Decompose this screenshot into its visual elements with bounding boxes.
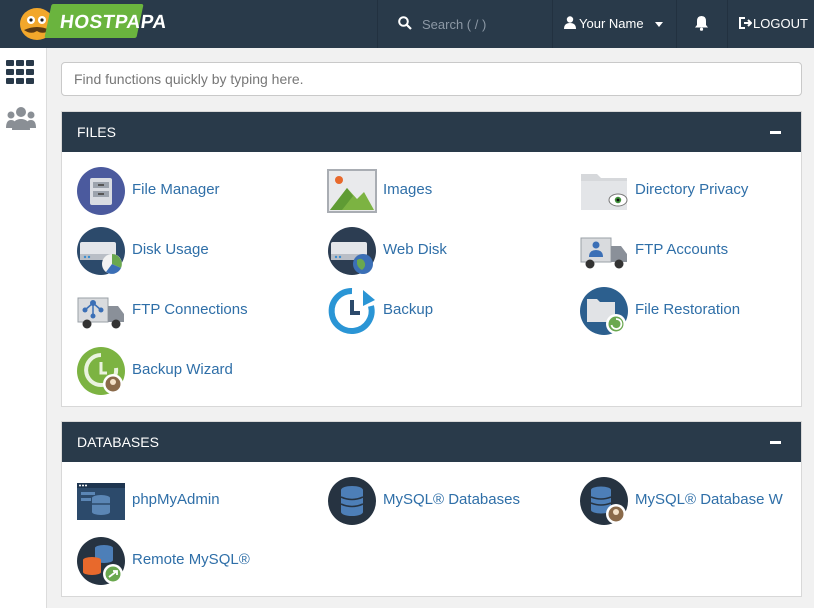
images-icon (327, 169, 377, 213)
mysql-databases-icon (328, 477, 376, 525)
item-label: Images (383, 181, 433, 198)
chevron-down-icon (655, 22, 663, 27)
item-label: File Manager (132, 181, 220, 198)
user-menu[interactable]: Your Name (552, 0, 677, 48)
users-button[interactable] (6, 106, 38, 136)
tools-grid-button[interactable] (6, 60, 38, 90)
files-panel-header[interactable]: FILES (62, 112, 801, 152)
logout-icon (739, 17, 752, 29)
item-label: MySQL® Database W (635, 491, 783, 508)
hostpapa-logo[interactable]: HOSTPAPA (0, 0, 168, 48)
user-name: Your Name (579, 16, 644, 31)
item-label: phpMyAdmin (132, 491, 220, 508)
ftp-connections-icon (77, 297, 124, 329)
user-icon (564, 16, 576, 29)
item-label: FTP Accounts (635, 241, 729, 258)
item-label: Web Disk (383, 241, 447, 258)
logout-label: LOGOUT (753, 16, 808, 31)
files-panel: FILES File Manager Images Directory Priv… (61, 111, 802, 407)
bell-icon (695, 16, 708, 31)
file-manager-icon (77, 167, 125, 215)
directory-privacy-icon (581, 174, 628, 210)
backup-wizard-icon (77, 347, 125, 395)
item-label: File Restoration (635, 301, 741, 318)
collapse-icon[interactable] (770, 131, 781, 134)
item-label: MySQL® Databases (383, 491, 520, 508)
item-label: Backup (383, 301, 434, 318)
databases-panel-header[interactable]: DATABASES (62, 422, 801, 462)
brand-name: HOSTPAPA (58, 12, 169, 33)
phpmyadmin-icon (77, 483, 125, 520)
item-label: Remote MySQL® (132, 551, 250, 568)
backup-icon (328, 287, 375, 334)
mysql-database-wizard-icon (580, 477, 628, 525)
ftp-accounts-icon (580, 237, 627, 269)
grid-icon (6, 60, 34, 84)
databases-panel: DATABASES phpMyAdmin MySQL® Databases My… (61, 421, 802, 597)
users-icon (6, 107, 36, 130)
item-label: Disk Usage (132, 241, 209, 258)
databases-panel-title: DATABASES (77, 434, 159, 450)
logout-button[interactable]: LOGOUT (728, 0, 814, 48)
item-label: FTP Connections (132, 301, 248, 318)
quick-find-input[interactable] (61, 62, 802, 96)
web-disk-icon (328, 227, 376, 275)
disk-usage-icon (77, 227, 125, 275)
left-sidebar (0, 48, 47, 608)
search-box (377, 0, 553, 48)
top-bar: HOSTPAPA Your Name LOGOUT (0, 0, 814, 48)
collapse-icon[interactable] (770, 441, 781, 444)
search-input[interactable] (420, 12, 544, 36)
remote-mysql-icon (77, 537, 125, 585)
notifications-button[interactable] (677, 0, 728, 48)
file-restoration-icon (580, 287, 628, 335)
search-icon[interactable] (398, 16, 412, 30)
item-label: Backup Wizard (132, 361, 233, 378)
item-label: Directory Privacy (635, 181, 749, 198)
files-panel-title: FILES (77, 124, 116, 140)
